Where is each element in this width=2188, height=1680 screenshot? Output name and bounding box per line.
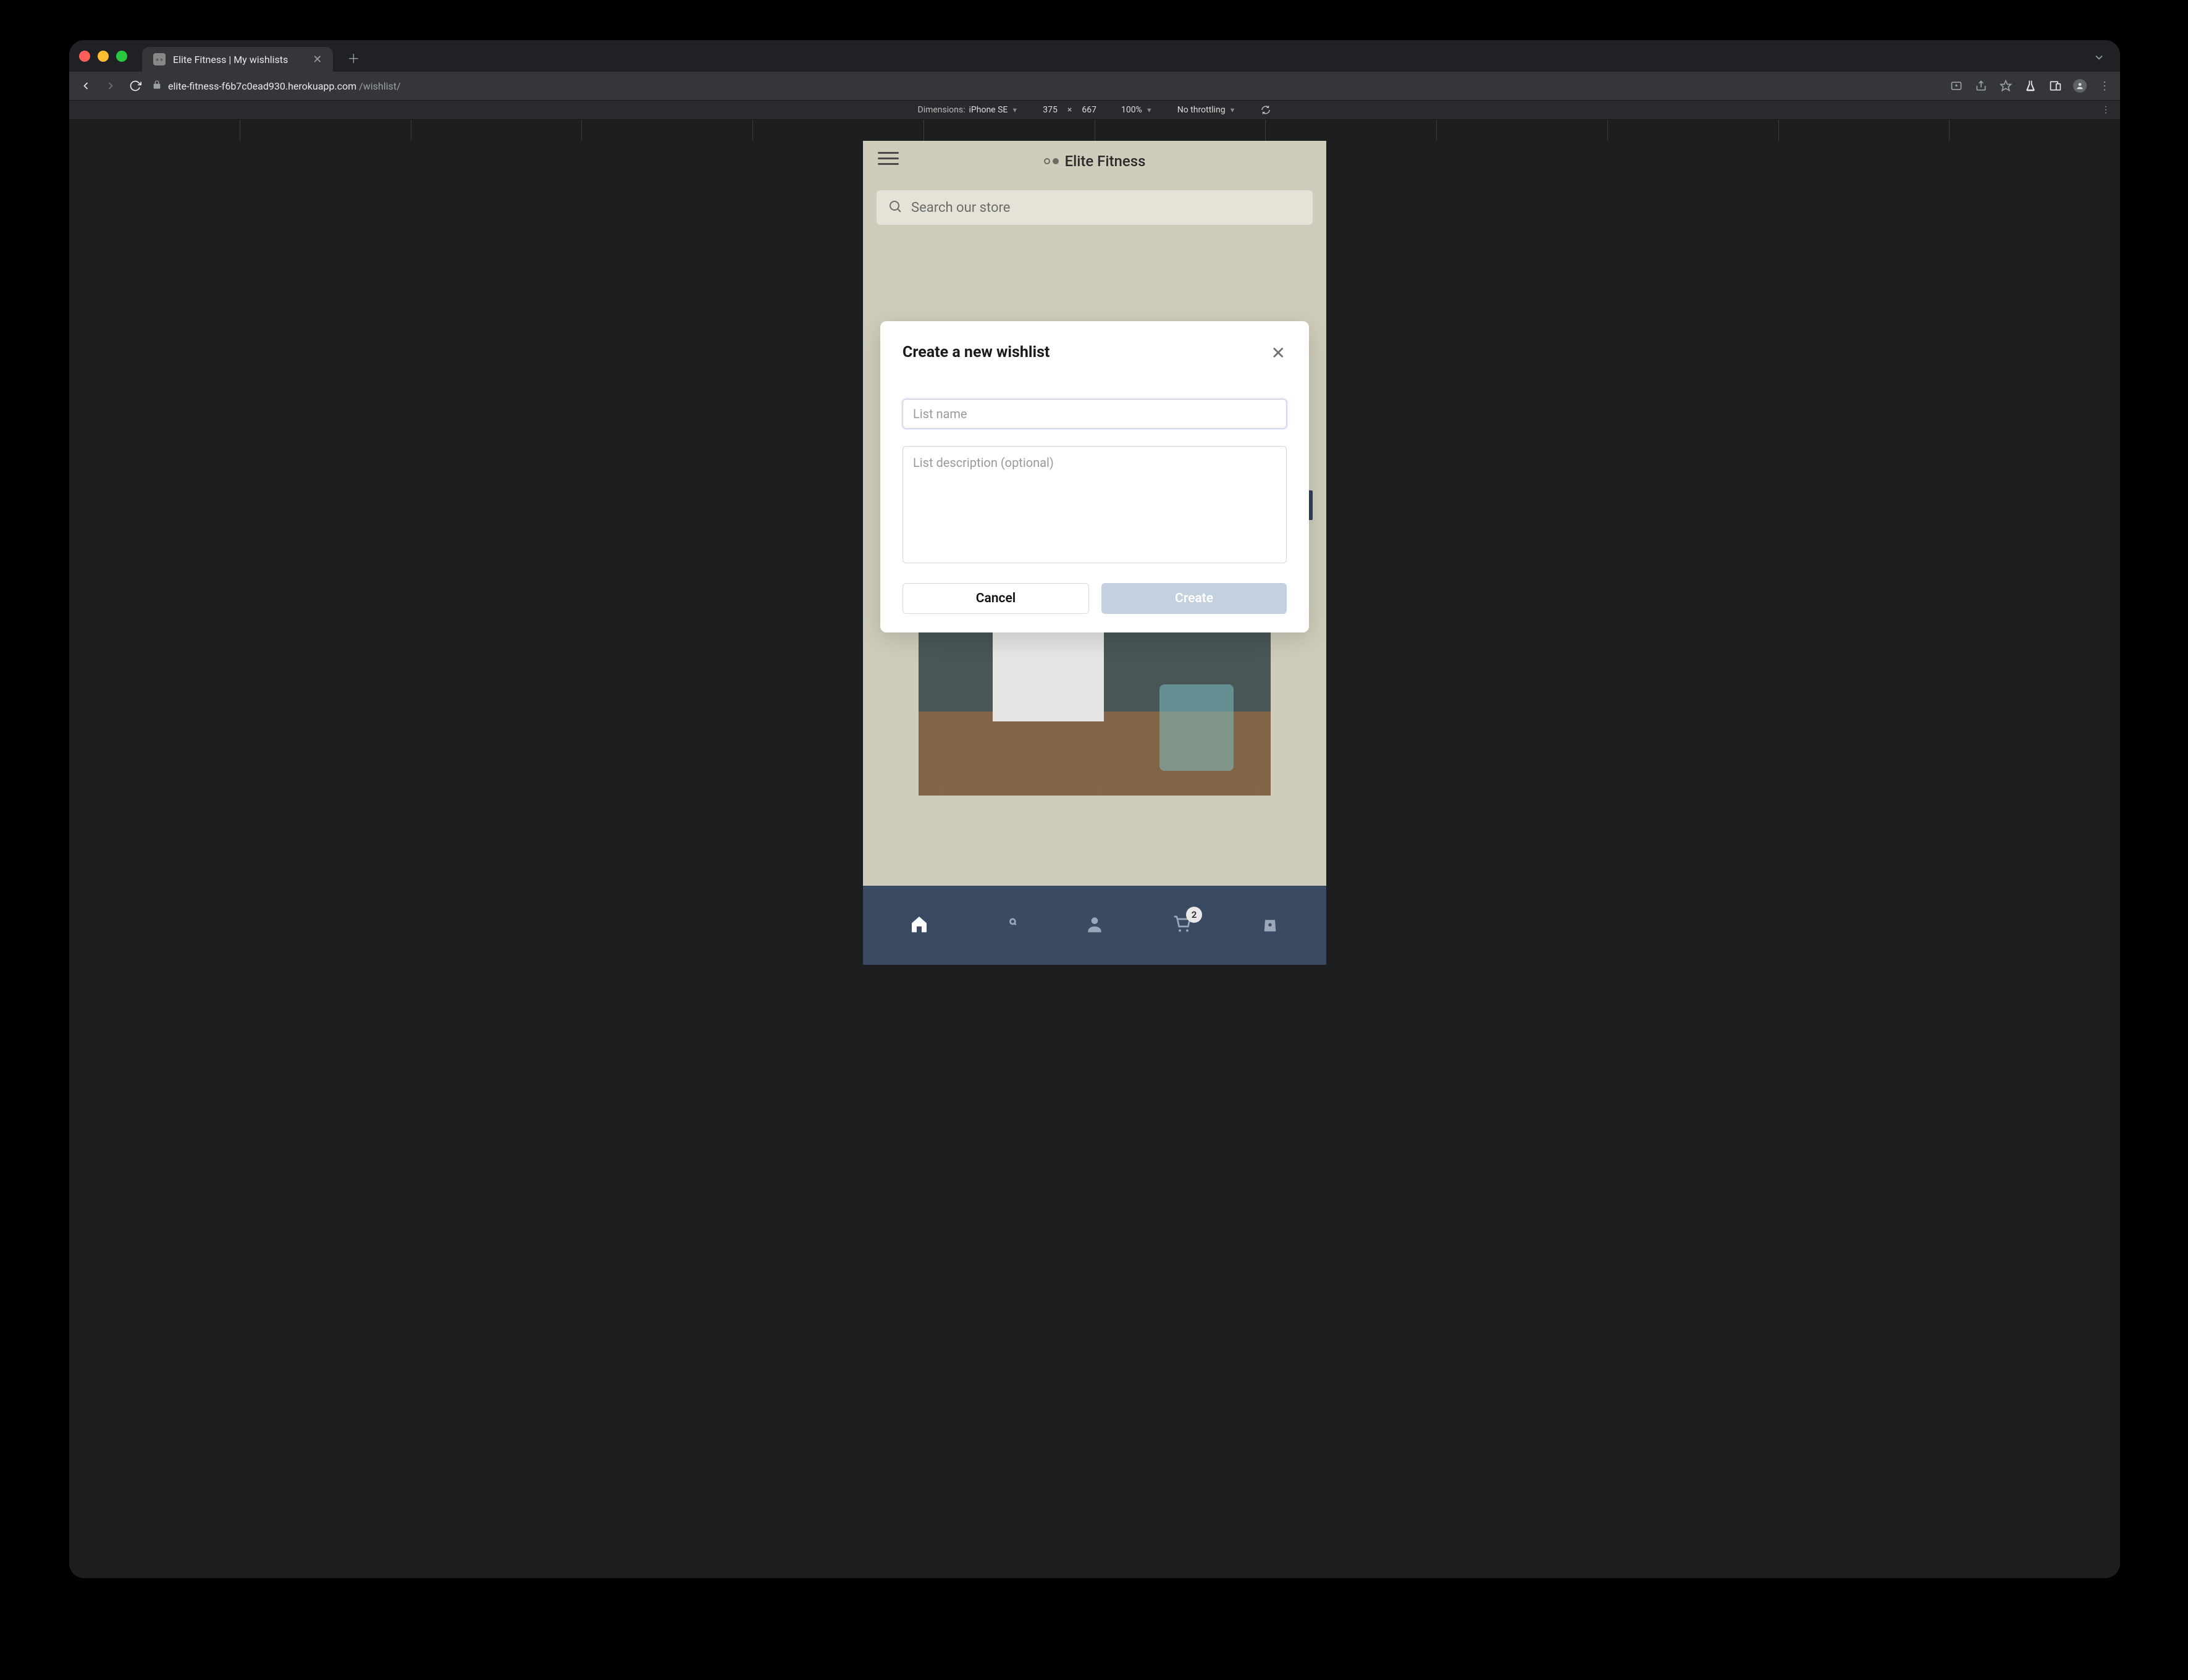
modal-actions: Cancel Create xyxy=(903,583,1287,614)
lock-icon xyxy=(152,80,162,92)
window-maximize-button[interactable] xyxy=(116,51,127,62)
bookmark-star-icon[interactable] xyxy=(1999,79,2013,93)
nav-home-button[interactable] xyxy=(907,913,932,938)
device-height[interactable]: 667 xyxy=(1082,105,1096,115)
window-controls xyxy=(79,51,127,62)
caret-down-icon: ▼ xyxy=(1011,106,1018,114)
browser-window: ∘∘ Elite Fitness | My wishlists ✕ ＋ elit… xyxy=(69,40,2120,1578)
dimensions-label: Dimensions: xyxy=(918,105,966,115)
brand-logo-icon xyxy=(1044,158,1059,164)
modal-close-button[interactable]: ✕ xyxy=(1270,343,1287,363)
home-icon xyxy=(909,914,929,936)
window-close-button[interactable] xyxy=(79,51,90,62)
bottom-nav: 2 xyxy=(863,886,1326,965)
device-width[interactable]: 375 xyxy=(1043,105,1058,115)
tab-title: Elite Fitness | My wishlists xyxy=(173,54,288,65)
list-description-input[interactable] xyxy=(903,446,1287,563)
devtools-viewport: Elite Fitness xyxy=(69,141,2120,1578)
zoom-value: 100% xyxy=(1121,105,1142,115)
nav-account-button[interactable] xyxy=(1082,913,1107,938)
close-icon: ✕ xyxy=(1271,343,1285,363)
url-field[interactable]: elite-fitness-f6b7c0ead930.herokuapp.com… xyxy=(152,80,1941,92)
list-name-field xyxy=(903,399,1287,429)
browser-tab[interactable]: ∘∘ Elite Fitness | My wishlists ✕ xyxy=(142,47,333,72)
caret-down-icon: ▼ xyxy=(1229,106,1236,114)
nav-back-button[interactable] xyxy=(78,78,94,94)
app-screen: Elite Fitness xyxy=(863,141,1326,965)
device-frame: Elite Fitness xyxy=(863,141,1326,965)
modal-header: Create a new wishlist ✕ xyxy=(903,343,1287,363)
times-label: × xyxy=(1067,105,1072,115)
search-box[interactable] xyxy=(877,190,1313,225)
list-name-input[interactable] xyxy=(903,399,1287,429)
url-domain: elite-fitness-f6b7c0ead930.herokuapp.com xyxy=(168,80,356,92)
user-icon xyxy=(1085,914,1105,936)
devtools-more-button[interactable]: ⋮ xyxy=(2102,105,2110,115)
profile-avatar-icon[interactable] xyxy=(2073,79,2087,93)
cancel-button[interactable]: Cancel xyxy=(903,583,1089,614)
search-icon xyxy=(888,199,903,216)
extension-flask-icon[interactable] xyxy=(2024,79,2037,93)
cart-count-badge: 2 xyxy=(1186,907,1202,923)
nav-bag-button[interactable] xyxy=(1258,913,1282,938)
caret-down-icon: ▼ xyxy=(1146,106,1153,114)
tab-close-button[interactable]: ✕ xyxy=(313,53,322,66)
share-icon[interactable] xyxy=(1974,79,1988,93)
url-path: /wishlist/ xyxy=(359,80,400,92)
browse-icon xyxy=(997,914,1017,936)
zoom-selector[interactable]: 100% ▼ xyxy=(1121,105,1153,115)
throttling-selector[interactable]: No throttling ▼ xyxy=(1177,105,1236,115)
devtools-ruler[interactable] xyxy=(69,120,2120,141)
brand-name: Elite Fitness xyxy=(1065,153,1146,170)
tab-favicon: ∘∘ xyxy=(153,53,166,65)
tabs-dropdown-button[interactable] xyxy=(2093,51,2105,66)
window-minimize-button[interactable] xyxy=(98,51,109,62)
devtools-device-icon[interactable] xyxy=(2048,79,2062,93)
create-button[interactable]: Create xyxy=(1101,583,1287,614)
install-app-icon[interactable] xyxy=(1950,79,1963,93)
device-name: iPhone SE xyxy=(969,105,1008,115)
device-selector[interactable]: Dimensions: iPhone SE ▼ xyxy=(918,105,1019,115)
toolbar-right: ⋮ xyxy=(1950,79,2111,93)
chrome-menu-button[interactable]: ⋮ xyxy=(2098,79,2111,93)
list-description-field xyxy=(903,446,1287,566)
new-tab-button[interactable]: ＋ xyxy=(343,48,364,69)
tab-strip: ∘∘ Elite Fitness | My wishlists ✕ ＋ xyxy=(69,40,2120,72)
create-wishlist-modal: Create a new wishlist ✕ Cancel Create xyxy=(880,321,1309,632)
device-size: 375 × 667 xyxy=(1043,105,1096,115)
brand[interactable]: Elite Fitness xyxy=(1044,153,1146,170)
search-input[interactable] xyxy=(911,200,1302,216)
search-wrap xyxy=(863,182,1326,238)
app-header: Elite Fitness xyxy=(863,141,1326,182)
address-bar: elite-fitness-f6b7c0ead930.herokuapp.com… xyxy=(69,72,2120,100)
devtools-device-toolbar: Dimensions: iPhone SE ▼ 375 × 667 100% ▼… xyxy=(69,100,2120,120)
menu-hamburger-button[interactable] xyxy=(878,152,899,165)
rotate-device-button[interactable] xyxy=(1260,104,1271,116)
nav-cart-button[interactable]: 2 xyxy=(1170,913,1195,938)
throttling-value: No throttling xyxy=(1177,105,1226,115)
nav-reload-button[interactable] xyxy=(127,78,143,94)
nav-browse-button[interactable] xyxy=(995,913,1019,938)
modal-title: Create a new wishlist xyxy=(903,343,1050,361)
nav-forward-button[interactable] xyxy=(103,78,119,94)
bag-icon xyxy=(1260,914,1280,936)
